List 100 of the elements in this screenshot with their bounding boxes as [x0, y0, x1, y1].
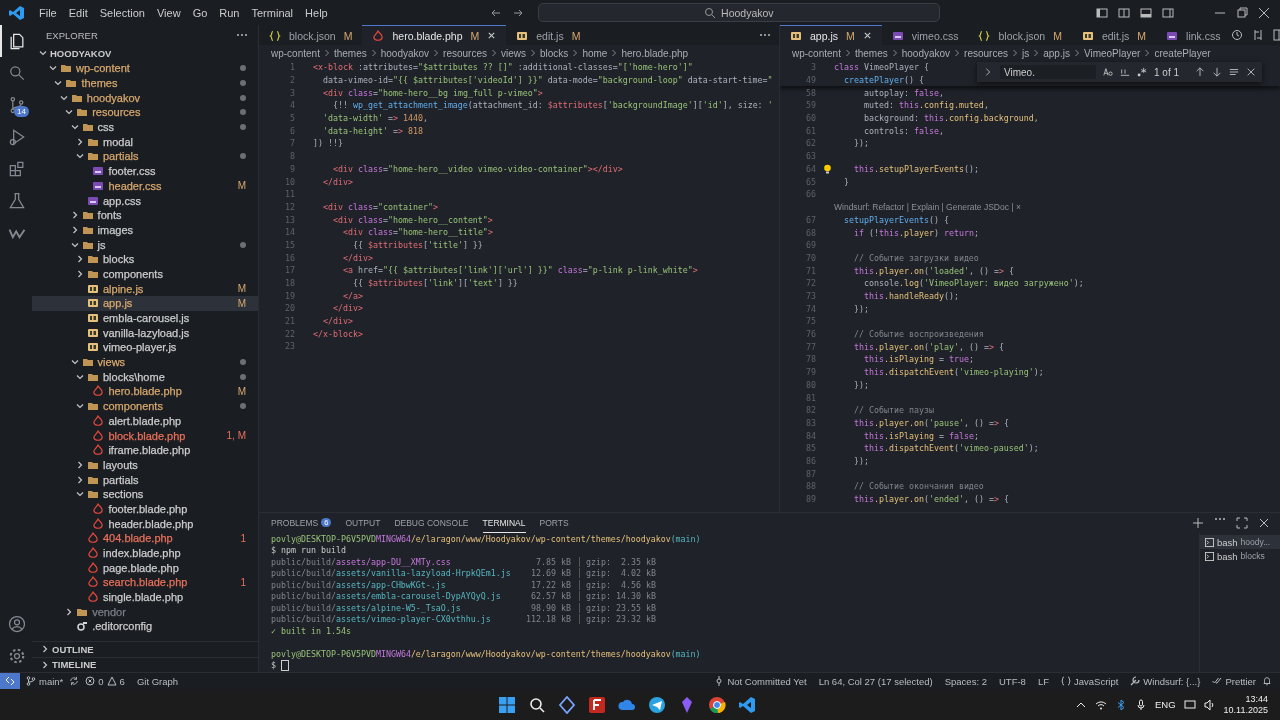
- tree-item[interactable]: .editorconfig: [32, 619, 258, 634]
- breadcrumb-item[interactable]: js: [1022, 47, 1030, 59]
- tree-item[interactable]: partials: [32, 149, 258, 164]
- close-icon[interactable]: [1246, 67, 1256, 77]
- menu-item[interactable]: Help: [299, 6, 334, 19]
- chevron-right-icon[interactable]: [40, 659, 50, 670]
- breadcrumb-item[interactable]: hoodyakov: [380, 47, 430, 59]
- tree-item[interactable]: css: [32, 119, 258, 135]
- tree-item[interactable]: blocks: [32, 251, 258, 267]
- breadcrumb-item[interactable]: resources: [443, 47, 487, 59]
- chevron-right-icon[interactable]: [75, 459, 85, 470]
- editor-tab[interactable]: hero.blade.php M: [362, 25, 507, 45]
- terminal-list-item[interactable]: bash hoody...: [1200, 535, 1280, 549]
- editor-tab[interactable]: link.css: [1156, 25, 1231, 45]
- breadcrumb-item[interactable]: themes: [333, 47, 367, 59]
- tree-item[interactable]: themes: [32, 75, 258, 91]
- tree-item[interactable]: modal: [32, 134, 258, 150]
- menu-item[interactable]: Terminal: [245, 6, 300, 19]
- diamond-app-icon[interactable]: [556, 693, 578, 716]
- panel-tab[interactable]: DEBUG CONSOLE: [394, 513, 469, 533]
- menu-item[interactable]: Edit: [62, 6, 94, 19]
- tree-item[interactable]: sections: [32, 486, 258, 502]
- tree-item[interactable]: wp-content: [32, 61, 258, 76]
- tree-item[interactable]: alpine.js M: [32, 281, 258, 296]
- wifi-icon[interactable]: [1095, 698, 1107, 711]
- tree-item[interactable]: components: [32, 266, 258, 282]
- clock-time[interactable]: 13:44: [1245, 693, 1268, 705]
- tree-item[interactable]: vimeo-player.js: [32, 340, 258, 355]
- command-search-field[interactable]: Hoodyakov: [537, 3, 940, 22]
- tree-item[interactable]: app.css: [32, 193, 258, 208]
- panel-tab[interactable]: PORTS: [539, 513, 569, 533]
- breadcrumb-item[interactable]: createPlayer: [1154, 47, 1211, 59]
- chevron-right-icon[interactable]: [75, 474, 85, 485]
- tree-item[interactable]: header.blade.php: [32, 516, 258, 531]
- tree-item[interactable]: single.blade.php: [32, 589, 258, 605]
- tree-item[interactable]: vendor: [32, 604, 258, 620]
- panel-tab[interactable]: OUTPUT: [345, 513, 381, 533]
- chevron-right-icon[interactable]: [75, 254, 85, 265]
- bluetooth-icon[interactable]: [1115, 698, 1127, 711]
- regex-icon[interactable]: [1137, 67, 1147, 77]
- tree-item[interactable]: views: [32, 354, 258, 370]
- remote-button[interactable]: [0, 673, 20, 689]
- close-icon[interactable]: [1258, 517, 1270, 529]
- editor-tab[interactable]: edit.js M: [1071, 25, 1157, 45]
- clock-date[interactable]: 10.11.2025: [1223, 704, 1268, 716]
- more-icon[interactable]: [759, 33, 771, 37]
- breadcrumb-item[interactable]: themes: [854, 47, 888, 59]
- chevron-right-icon[interactable]: [75, 136, 85, 147]
- tree-item[interactable]: alert.blade.php: [32, 413, 258, 429]
- breadcrumb-item[interactable]: hoodyakov: [901, 47, 951, 59]
- more-icon[interactable]: [1214, 517, 1226, 521]
- find-input[interactable]: Vimeo.: [1000, 65, 1096, 79]
- breadcrumb-item[interactable]: wp-content: [271, 47, 320, 59]
- layout-sidebar-icon[interactable]: [1096, 6, 1108, 19]
- layout-split-icon[interactable]: [1118, 6, 1130, 19]
- arrow-down-icon[interactable]: [1212, 67, 1222, 77]
- breadcrumb-item[interactable]: blocks: [540, 47, 569, 59]
- menu-item[interactable]: Selection: [93, 6, 151, 19]
- branch-status[interactable]: main*: [20, 675, 70, 687]
- breadcrumb-item[interactable]: app.js: [1043, 47, 1070, 59]
- menu-item[interactable]: Go: [186, 6, 214, 19]
- code-lens[interactable]: Windsurf: Refactor | Explain | Generate JSDoc | ×: [780, 200, 1280, 214]
- tree-item[interactable]: 404.blade.php 1: [32, 531, 258, 546]
- tree-item[interactable]: components: [32, 398, 258, 414]
- editor-tab[interactable]: block.json M: [968, 25, 1072, 45]
- layout-panel-icon[interactable]: [1140, 6, 1152, 19]
- language-indicator[interactable]: ENG: [1155, 699, 1176, 710]
- breadcrumb-item[interactable]: home: [582, 47, 608, 59]
- chevron-down-icon[interactable]: [38, 48, 48, 58]
- tree-item[interactable]: resources: [32, 105, 258, 120]
- tree-item[interactable]: page.blade.php: [32, 560, 258, 576]
- tree-item[interactable]: block.blade.php 1, M: [32, 428, 258, 443]
- editor-tab[interactable]: edit.js M: [506, 25, 591, 45]
- status-item[interactable]: UTF-8: [992, 675, 1032, 687]
- tree-item[interactable]: vanilla-lazyload.js: [32, 325, 258, 341]
- tree-item[interactable]: index.blade.php: [32, 545, 258, 561]
- breadcrumb-item[interactable]: views: [501, 47, 526, 59]
- panel-tab[interactable]: TERMINAL: [482, 513, 526, 533]
- breadcrumb-item[interactable]: VimeoPlayer: [1083, 47, 1141, 59]
- menu-item[interactable]: View: [150, 6, 187, 19]
- close-icon[interactable]: [487, 31, 497, 40]
- status-item[interactable]: JavaScript: [1055, 675, 1125, 687]
- terminal-list-item[interactable]: bash blocks: [1200, 549, 1280, 563]
- status-item[interactable]: Not Committed Yet: [708, 675, 813, 687]
- close-icon[interactable]: [862, 31, 872, 40]
- sync-icon[interactable]: [69, 676, 80, 686]
- monitor-icon[interactable]: [1183, 698, 1196, 711]
- tree-item[interactable]: footer.blade.php: [32, 501, 258, 517]
- status-item[interactable]: Prettier: [1206, 675, 1262, 687]
- more-icon[interactable]: [236, 33, 248, 37]
- chevron-right-icon[interactable]: [40, 644, 50, 655]
- menu-item[interactable]: File: [33, 6, 63, 19]
- problems-status[interactable]: 0 6: [79, 675, 131, 687]
- speaker-icon[interactable]: [1203, 698, 1216, 711]
- editor-tab[interactable]: app.js M: [780, 25, 882, 45]
- selection-icon[interactable]: [1229, 67, 1239, 77]
- editor-tab[interactable]: block.json M: [259, 25, 363, 45]
- microphone-icon[interactable]: [1135, 698, 1147, 711]
- whole-word-icon[interactable]: [1120, 67, 1130, 77]
- breadcrumb-item[interactable]: hero.blade.php: [621, 47, 689, 59]
